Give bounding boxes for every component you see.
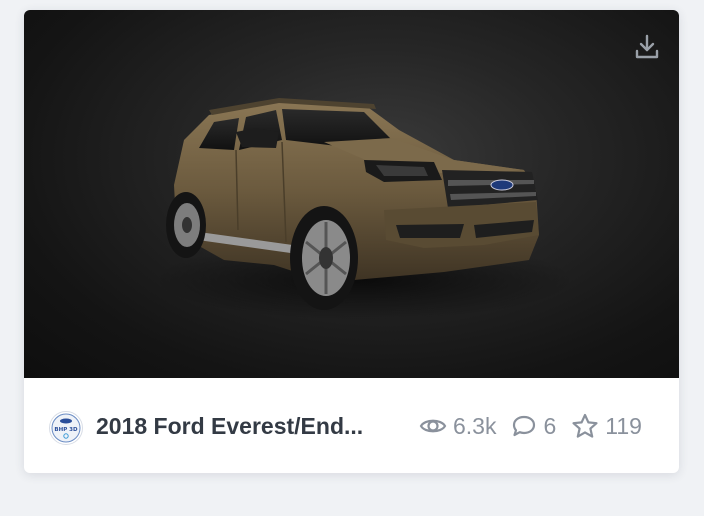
comments-stat[interactable]: 6 (511, 413, 556, 440)
card-footer: BHP 3D 2018 Ford Everest/End... 6.3k 6 1… (24, 378, 679, 473)
author-logo: BHP 3D (51, 413, 81, 443)
model-stats: 6.3k 6 119 (419, 411, 642, 441)
star-icon (572, 413, 598, 438)
comment-icon (513, 415, 536, 437)
author-avatar[interactable]: BHP 3D (49, 411, 83, 445)
likes-stat[interactable]: 119 (571, 413, 642, 440)
model-title[interactable]: 2018 Ford Everest/End... (96, 411, 363, 441)
views-stat: 6.3k (419, 413, 496, 440)
svg-text:BHP 3D: BHP 3D (54, 427, 78, 433)
likes-count: 119 (605, 412, 642, 439)
car-thumbnail (154, 98, 574, 320)
comments-count: 6 (543, 412, 557, 439)
download-button[interactable] (630, 30, 664, 64)
download-icon (635, 34, 659, 59)
model-preview[interactable] (24, 10, 679, 378)
views-count: 6.3k (453, 412, 497, 439)
model-card[interactable]: BHP 3D 2018 Ford Everest/End... 6.3k 6 1… (24, 10, 679, 473)
eye-icon (419, 419, 447, 433)
